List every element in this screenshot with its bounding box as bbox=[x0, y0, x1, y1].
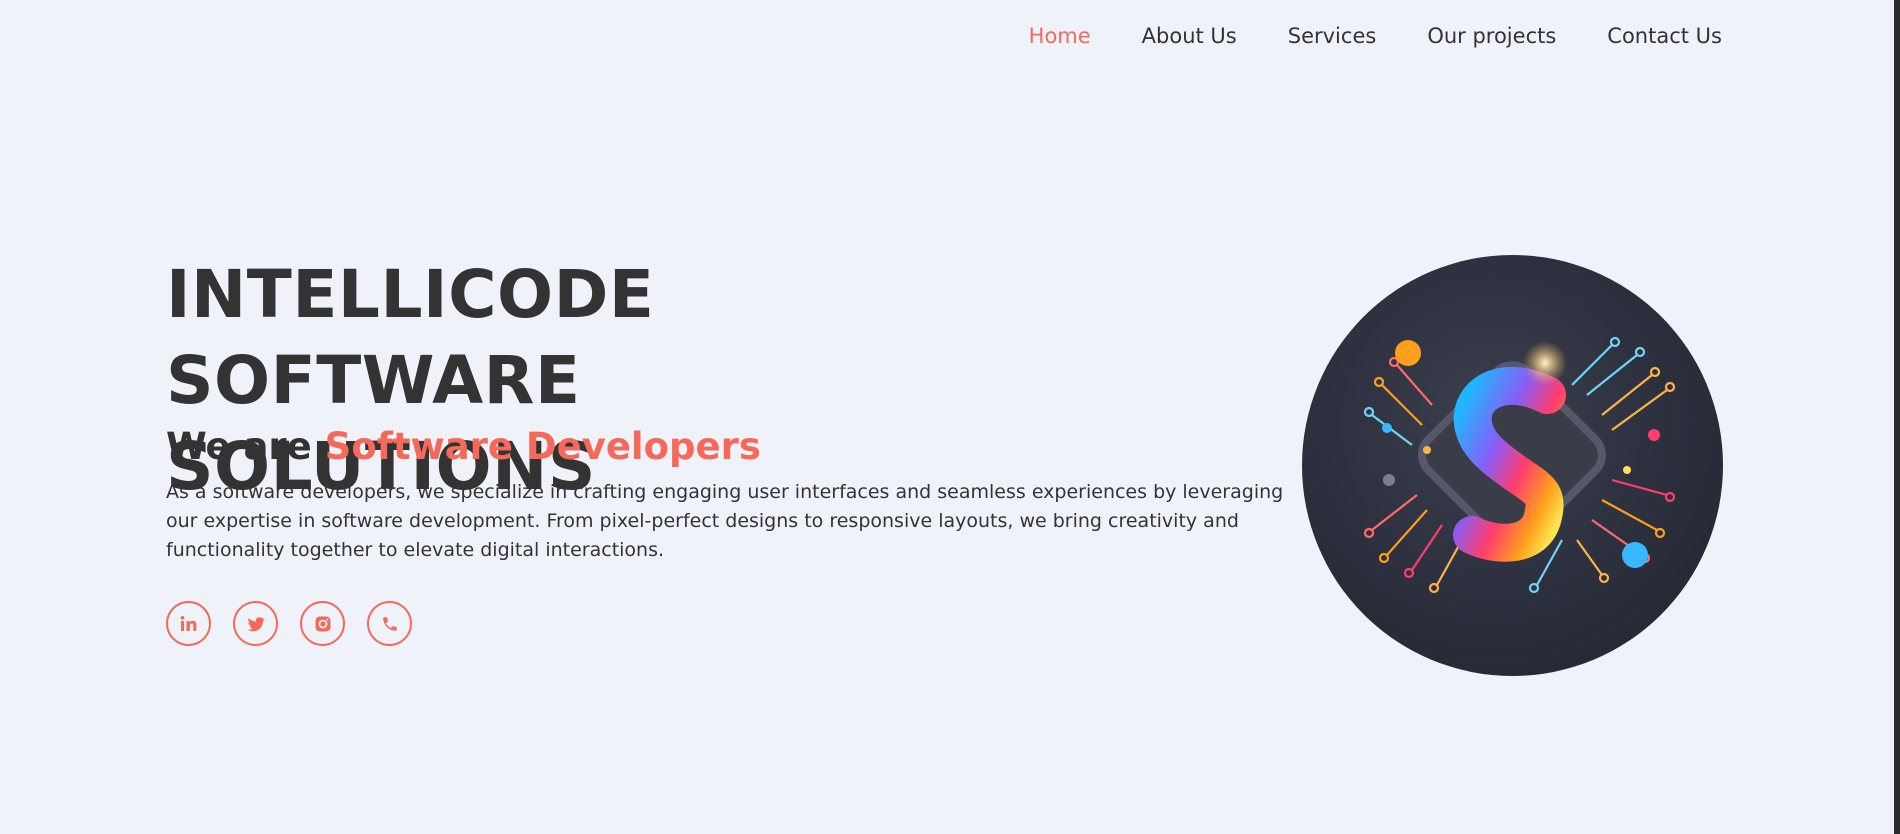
hero-subtitle: We are Software Developers bbox=[166, 425, 761, 468]
hero-description: As a software developers, we specialize … bbox=[166, 481, 1284, 561]
window-edge bbox=[1894, 0, 1900, 834]
company-logo-image bbox=[1302, 255, 1723, 676]
phone-icon bbox=[382, 616, 397, 631]
nav-about-us[interactable]: About Us bbox=[1142, 24, 1237, 48]
subtitle-accent: Software Developers bbox=[324, 425, 761, 468]
twitter-button[interactable] bbox=[233, 601, 278, 646]
hero-title: INTELLICODE SOFTWARE SOLUTIONS bbox=[166, 252, 1066, 510]
instagram-icon bbox=[315, 616, 330, 631]
subtitle-prefix: We are bbox=[166, 425, 312, 468]
instagram-button[interactable] bbox=[300, 601, 345, 646]
twitter-icon bbox=[247, 616, 265, 631]
nav-home[interactable]: Home bbox=[1029, 24, 1091, 48]
hero-title-line-1: INTELLICODE SOFTWARE bbox=[166, 256, 655, 419]
top-navigation: Home About Us Services Our projects Cont… bbox=[1029, 24, 1722, 48]
linkedin-button[interactable] bbox=[166, 601, 211, 646]
s-logo-icon bbox=[1363, 336, 1676, 594]
nav-our-projects[interactable]: Our projects bbox=[1427, 24, 1556, 48]
nav-contact-us[interactable]: Contact Us bbox=[1607, 24, 1722, 48]
social-links bbox=[166, 601, 412, 646]
nav-services[interactable]: Services bbox=[1288, 24, 1377, 48]
phone-button[interactable] bbox=[367, 601, 412, 646]
linkedin-icon bbox=[180, 615, 196, 631]
